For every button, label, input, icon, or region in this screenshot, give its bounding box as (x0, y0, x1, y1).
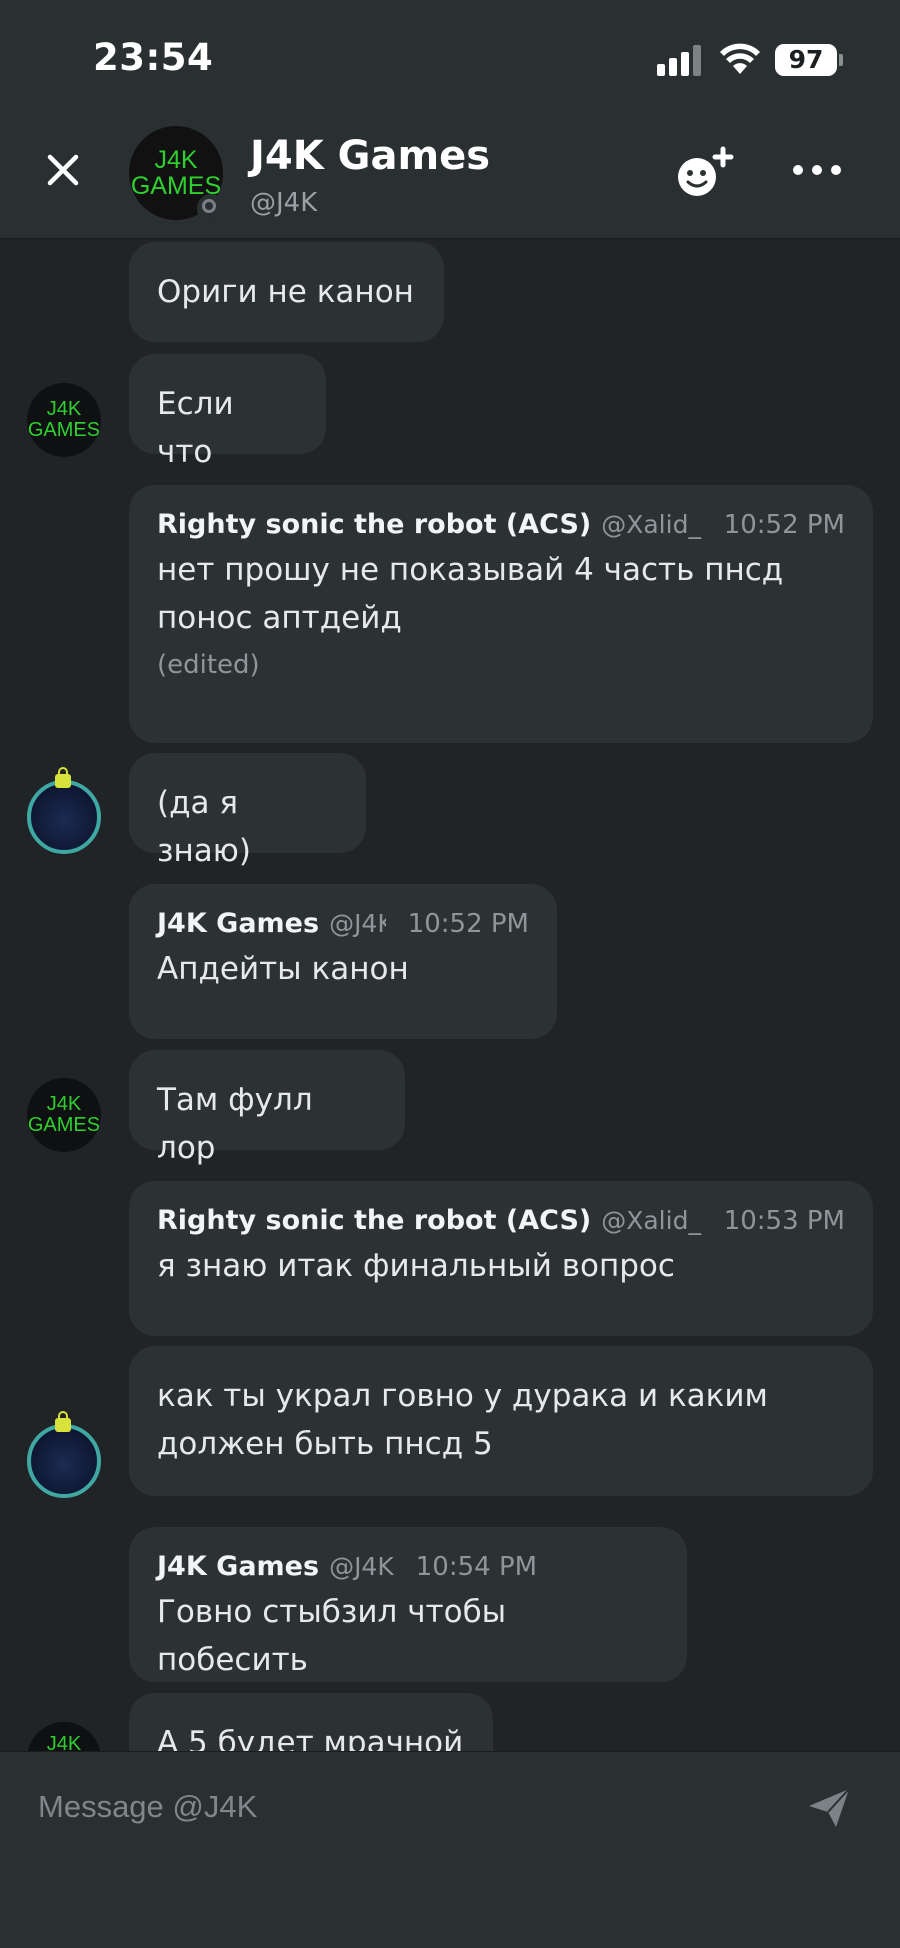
message-text: Ориги не канон (157, 274, 414, 310)
avatar[interactable] (27, 767, 101, 854)
avatar-logo: J4K GAMES (27, 1093, 101, 1136)
message-bubble[interactable]: J4K Games @J4K 10:52 PM Апдейты канон (129, 884, 557, 1039)
more-icon[interactable] (790, 152, 844, 188)
message-meta: J4K Games @J4K 10:54 PM (157, 1551, 659, 1582)
message-meta: Righty sonic the robot (ACS) @Xalid_m 10… (157, 1205, 845, 1236)
message-text: я знаю итак финальный вопрос (157, 1248, 675, 1284)
message-bubble[interactable]: Если что (129, 354, 326, 470)
battery-icon: 97 (775, 44, 837, 76)
message-text: А 5 будет мрачной (157, 1725, 464, 1751)
message-text: Если что (157, 386, 234, 470)
avatar-logo: J4K GAMES (27, 398, 101, 441)
message-composer (0, 1751, 900, 1948)
message-bubble[interactable]: Ориги не канон (129, 242, 444, 342)
message-handle: @Xalid_m (601, 1206, 701, 1235)
offline-status-icon (197, 194, 225, 222)
lock-icon (55, 1411, 71, 1432)
lock-icon (55, 767, 71, 788)
message-author[interactable]: J4K Games (157, 908, 319, 939)
send-icon[interactable] (806, 1786, 852, 1830)
avatar[interactable]: J4K (27, 1722, 101, 1751)
message-handle: @J4K (329, 909, 386, 938)
avatar[interactable] (27, 1411, 101, 1498)
message-text: Там фулл лор (157, 1082, 313, 1166)
message-meta: Righty sonic the robot (ACS) @Xalid_m 10… (157, 509, 845, 540)
message-input[interactable] (36, 1776, 780, 1838)
message-text: (да я знаю) (157, 785, 251, 869)
avatar[interactable]: J4K GAMES (27, 1078, 101, 1152)
message-author[interactable]: Righty sonic the robot (ACS) (157, 1205, 591, 1236)
wifi-icon (720, 43, 760, 74)
message-author[interactable]: J4K Games (157, 1551, 319, 1582)
close-icon[interactable] (38, 145, 88, 195)
message-text: нет прошу не показывай 4 часть пнсд поно… (157, 552, 784, 636)
battery-cap (839, 54, 843, 66)
message-time: 10:52 PM (723, 510, 845, 540)
message-handle: @J4K (329, 1552, 394, 1581)
header-handle: @J4K (250, 188, 318, 218)
add-friend-icon[interactable] (670, 145, 740, 203)
message-meta: J4K Games @J4K 10:52 PM (157, 908, 529, 939)
message-handle: @Xalid_m (601, 510, 701, 539)
message-bubble[interactable]: (да я знаю) (129, 753, 366, 869)
message-text: как ты украл говно у дурака и каким долж… (157, 1378, 768, 1462)
edited-label: (edited) (157, 650, 260, 680)
message-bubble[interactable]: J4K Games @J4K 10:54 PM Говно стыбзил чт… (129, 1527, 687, 1682)
message-list[interactable]: Ориги не канон J4K GAMES Если что Righty… (0, 239, 900, 1751)
message-bubble[interactable]: Righty sonic the robot (ACS) @Xalid_m 10… (129, 485, 873, 743)
message-author[interactable]: Righty sonic the robot (ACS) (157, 509, 591, 540)
message-bubble[interactable]: как ты украл говно у дурака и каким долж… (129, 1346, 873, 1496)
header-name[interactable]: J4K Games (250, 133, 490, 179)
avatar-logo: J4K (46, 1733, 82, 1752)
message-time: 10:54 PM (415, 1552, 538, 1582)
message-bubble[interactable]: Righty sonic the robot (ACS) @Xalid_m 10… (129, 1181, 873, 1336)
message-bubble[interactable]: А 5 будет мрачной (129, 1693, 493, 1751)
chat-header: 23:54 97 J4K GAMES J4K Games @J4K (0, 0, 900, 239)
message-time: 10:53 PM (723, 1206, 845, 1236)
avatar[interactable]: J4K GAMES (27, 383, 101, 457)
status-time: 23:54 (93, 36, 214, 79)
signal-icon (657, 44, 703, 76)
message-bubble[interactable]: Там фулл лор (129, 1050, 405, 1166)
message-text: Говно стыбзил чтобы побесить (157, 1594, 507, 1678)
message-text: Апдейты канон (157, 951, 409, 987)
message-time: 10:52 PM (407, 909, 529, 939)
